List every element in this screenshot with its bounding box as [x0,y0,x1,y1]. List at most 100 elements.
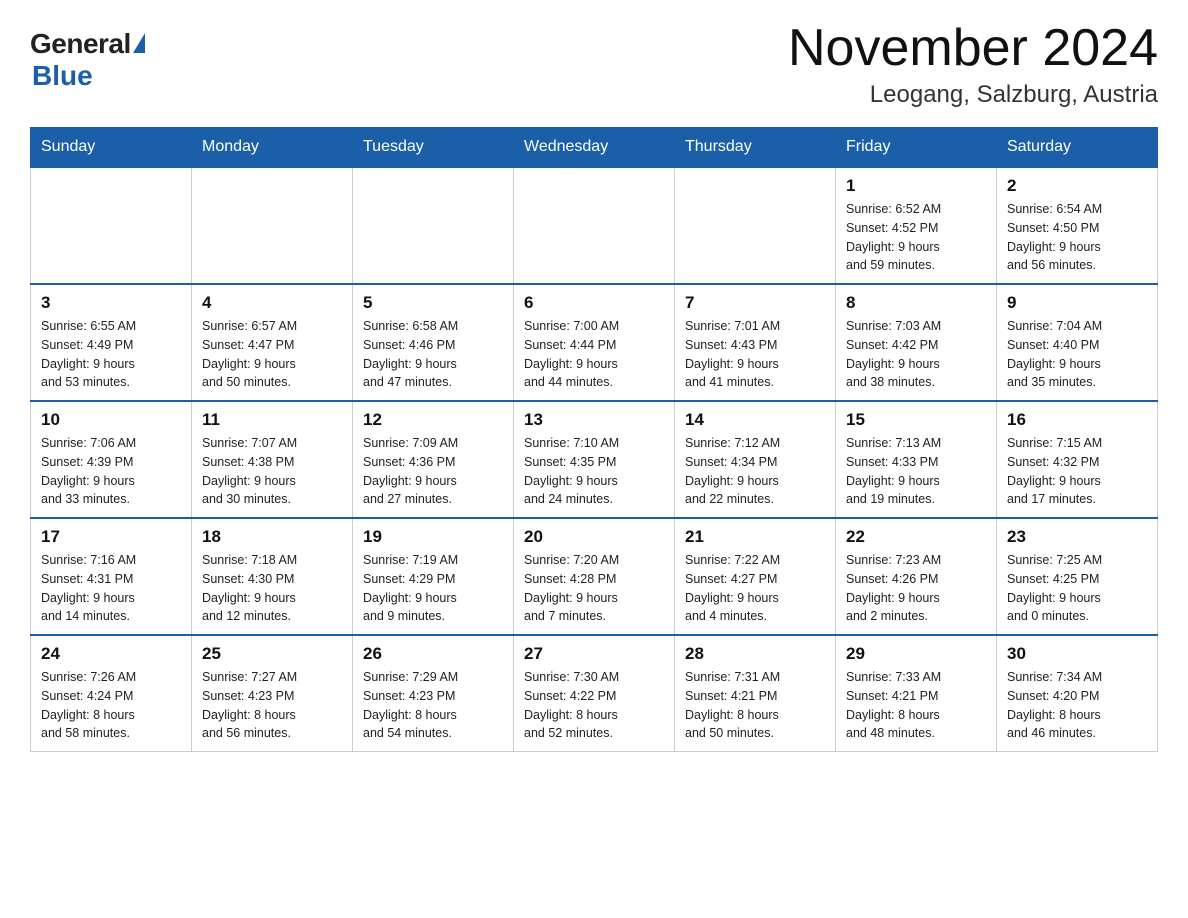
calendar-cell: 25 Sunrise: 7:27 AM Sunset: 4:23 PM Dayli… [192,635,353,752]
calendar-week-0: 1 Sunrise: 6:52 AM Sunset: 4:52 PM Daylig… [31,167,1158,284]
month-title: November 2024 [788,20,1158,77]
day-info: Sunrise: 7:18 AM Sunset: 4:30 PM Dayligh… [202,551,342,626]
day-info: Sunrise: 6:57 AM Sunset: 4:47 PM Dayligh… [202,317,342,392]
day-number: 2 [1007,176,1147,196]
day-number: 1 [846,176,986,196]
weekday-header-monday: Monday [192,128,353,168]
day-info: Sunrise: 7:19 AM Sunset: 4:29 PM Dayligh… [363,551,503,626]
calendar-cell: 5Sunrise: 6:58 AM Sunset: 4:46 PM Daylig… [353,284,514,401]
day-number: 26 [363,644,503,664]
calendar-cell: 3 Sunrise: 6:55 AM Sunset: 4:49 PM Daylig… [31,284,192,401]
day-info: Sunrise: 7:04 AM Sunset: 4:40 PM Dayligh… [1007,317,1147,392]
calendar-cell: 22 Sunrise: 7:23 AM Sunset: 4:26 PM Dayli… [836,518,997,635]
day-info: Sunrise: 7:00 AM Sunset: 4:44 PM Dayligh… [524,317,664,392]
calendar-cell: 2 Sunrise: 6:54 AM Sunset: 4:50 PM Daylig… [997,167,1158,284]
day-info: Sunrise: 7:31 AM Sunset: 4:21 PM Dayligh… [685,668,825,743]
day-info: Sunrise: 7:09 AM Sunset: 4:36 PM Dayligh… [363,434,503,509]
calendar-cell: 20 Sunrise: 7:20 AM Sunset: 4:28 PM Dayli… [514,518,675,635]
day-number: 4 [202,293,342,313]
day-number: 25 [202,644,342,664]
day-number: 29 [846,644,986,664]
day-info: Sunrise: 6:58 AM Sunset: 4:46 PM Dayligh… [363,317,503,392]
day-info: Sunrise: 7:10 AM Sunset: 4:35 PM Dayligh… [524,434,664,509]
calendar-week-1: 3 Sunrise: 6:55 AM Sunset: 4:49 PM Daylig… [31,284,1158,401]
day-info: Sunrise: 7:12 AM Sunset: 4:34 PM Dayligh… [685,434,825,509]
calendar-cell: 17Sunrise: 7:16 AM Sunset: 4:31 PM Dayli… [31,518,192,635]
day-info: Sunrise: 7:33 AM Sunset: 4:21 PM Dayligh… [846,668,986,743]
day-info: Sunrise: 7:20 AM Sunset: 4:28 PM Dayligh… [524,551,664,626]
day-info: Sunrise: 6:52 AM Sunset: 4:52 PM Dayligh… [846,200,986,275]
calendar-cell [353,167,514,284]
day-info: Sunrise: 7:22 AM Sunset: 4:27 PM Dayligh… [685,551,825,626]
header: General Blue November 2024 Leogang, Salz… [30,20,1158,109]
calendar-cell [514,167,675,284]
location-title: Leogang, Salzburg, Austria [788,81,1158,109]
day-info: Sunrise: 7:23 AM Sunset: 4:26 PM Dayligh… [846,551,986,626]
calendar-cell: 4 Sunrise: 6:57 AM Sunset: 4:47 PM Daylig… [192,284,353,401]
calendar-cell: 11Sunrise: 7:07 AM Sunset: 4:38 PM Dayli… [192,401,353,518]
day-info: Sunrise: 7:07 AM Sunset: 4:38 PM Dayligh… [202,434,342,509]
calendar-cell: 21 Sunrise: 7:22 AM Sunset: 4:27 PM Dayli… [675,518,836,635]
day-info: Sunrise: 7:01 AM Sunset: 4:43 PM Dayligh… [685,317,825,392]
day-info: Sunrise: 7:06 AM Sunset: 4:39 PM Dayligh… [41,434,181,509]
day-number: 3 [41,293,181,313]
calendar-cell: 28 Sunrise: 7:31 AM Sunset: 4:21 PM Dayli… [675,635,836,752]
calendar-cell: 26 Sunrise: 7:29 AM Sunset: 4:23 PM Dayli… [353,635,514,752]
calendar-header-row: SundayMondayTuesdayWednesdayThursdayFrid… [31,128,1158,168]
day-number: 9 [1007,293,1147,313]
calendar-cell: 24Sunrise: 7:26 AM Sunset: 4:24 PM Dayli… [31,635,192,752]
calendar-week-2: 10 Sunrise: 7:06 AM Sunset: 4:39 PM Dayli… [31,401,1158,518]
calendar-cell [31,167,192,284]
calendar-table: SundayMondayTuesdayWednesdayThursdayFrid… [30,127,1158,752]
day-info: Sunrise: 7:34 AM Sunset: 4:20 PM Dayligh… [1007,668,1147,743]
day-info: Sunrise: 7:03 AM Sunset: 4:42 PM Dayligh… [846,317,986,392]
calendar-cell: 8 Sunrise: 7:03 AM Sunset: 4:42 PM Daylig… [836,284,997,401]
day-number: 30 [1007,644,1147,664]
calendar-cell: 7 Sunrise: 7:01 AM Sunset: 4:43 PM Daylig… [675,284,836,401]
day-number: 7 [685,293,825,313]
calendar-cell: 30 Sunrise: 7:34 AM Sunset: 4:20 PM Dayli… [997,635,1158,752]
day-number: 8 [846,293,986,313]
day-number: 6 [524,293,664,313]
day-number: 14 [685,410,825,430]
calendar-cell: 14 Sunrise: 7:12 AM Sunset: 4:34 PM Dayli… [675,401,836,518]
weekday-header-wednesday: Wednesday [514,128,675,168]
weekday-header-tuesday: Tuesday [353,128,514,168]
day-info: Sunrise: 7:25 AM Sunset: 4:25 PM Dayligh… [1007,551,1147,626]
day-number: 21 [685,527,825,547]
calendar-cell: 27Sunrise: 7:30 AM Sunset: 4:22 PM Dayli… [514,635,675,752]
day-info: Sunrise: 7:16 AM Sunset: 4:31 PM Dayligh… [41,551,181,626]
logo: General Blue [30,28,145,92]
calendar-cell: 10 Sunrise: 7:06 AM Sunset: 4:39 PM Dayli… [31,401,192,518]
calendar-week-4: 24Sunrise: 7:26 AM Sunset: 4:24 PM Dayli… [31,635,1158,752]
calendar-cell [192,167,353,284]
calendar-cell: 19 Sunrise: 7:19 AM Sunset: 4:29 PM Dayli… [353,518,514,635]
weekday-header-thursday: Thursday [675,128,836,168]
day-info: Sunrise: 6:54 AM Sunset: 4:50 PM Dayligh… [1007,200,1147,275]
title-area: November 2024 Leogang, Salzburg, Austria [788,20,1158,109]
day-number: 22 [846,527,986,547]
calendar-cell: 13Sunrise: 7:10 AM Sunset: 4:35 PM Dayli… [514,401,675,518]
weekday-header-saturday: Saturday [997,128,1158,168]
day-number: 28 [685,644,825,664]
calendar-cell: 29 Sunrise: 7:33 AM Sunset: 4:21 PM Dayli… [836,635,997,752]
calendar-cell: 9 Sunrise: 7:04 AM Sunset: 4:40 PM Daylig… [997,284,1158,401]
calendar-cell [675,167,836,284]
day-info: Sunrise: 7:27 AM Sunset: 4:23 PM Dayligh… [202,668,342,743]
calendar-week-3: 17Sunrise: 7:16 AM Sunset: 4:31 PM Dayli… [31,518,1158,635]
day-number: 20 [524,527,664,547]
day-number: 10 [41,410,181,430]
logo-general: General [30,28,131,60]
day-number: 19 [363,527,503,547]
weekday-header-friday: Friday [836,128,997,168]
day-info: Sunrise: 7:29 AM Sunset: 4:23 PM Dayligh… [363,668,503,743]
calendar-cell: 23Sunrise: 7:25 AM Sunset: 4:25 PM Dayli… [997,518,1158,635]
weekday-header-sunday: Sunday [31,128,192,168]
day-info: Sunrise: 6:55 AM Sunset: 4:49 PM Dayligh… [41,317,181,392]
day-number: 18 [202,527,342,547]
calendar-cell: 16Sunrise: 7:15 AM Sunset: 4:32 PM Dayli… [997,401,1158,518]
calendar-cell: 12 Sunrise: 7:09 AM Sunset: 4:36 PM Dayli… [353,401,514,518]
day-number: 27 [524,644,664,664]
day-number: 24 [41,644,181,664]
day-number: 12 [363,410,503,430]
